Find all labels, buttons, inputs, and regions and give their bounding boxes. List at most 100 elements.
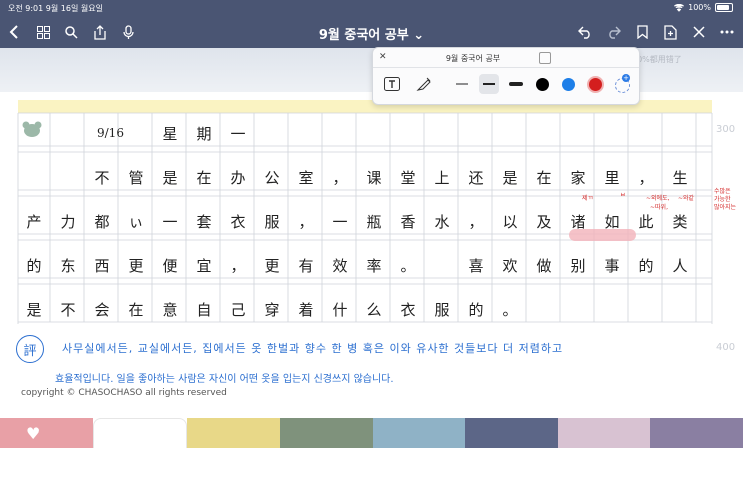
tab-swatch-white[interactable]: [92, 418, 188, 449]
add-page-icon[interactable]: [661, 23, 679, 41]
red-note-7: 가능한: [714, 196, 731, 203]
comment-mark: 評: [16, 335, 44, 363]
grid-char: 公: [264, 168, 280, 187]
black-color-swatch[interactable]: [536, 78, 549, 91]
grid-char: 上: [434, 168, 450, 187]
red-note-4: ~와같: [678, 195, 695, 202]
grid-char: 在: [536, 168, 552, 187]
grid-char: 一: [162, 212, 178, 231]
popup-window-icon[interactable]: [539, 52, 551, 64]
translation-line-2: 효율적입니다. 일을 좋아하는 사람은 자신이 어떤 옷을 입는지 신경쓰지 않…: [55, 374, 394, 385]
mic-icon[interactable]: [119, 23, 137, 41]
status-bar: 오전 9:01 9월 16일 월요일 100%: [0, 0, 743, 16]
grid-char: 什: [332, 300, 348, 319]
grid-char: 衣: [230, 212, 246, 231]
redo-icon[interactable]: [604, 23, 622, 41]
blue-color-swatch[interactable]: [562, 78, 575, 91]
close-icon[interactable]: [690, 23, 708, 41]
grid-char: 在: [128, 300, 144, 319]
heart-icon: ♥: [26, 424, 41, 443]
back-icon[interactable]: [5, 23, 23, 41]
grid-char: 期: [196, 124, 212, 143]
grid-char: 家: [570, 168, 586, 187]
grid-char: 不: [94, 168, 110, 187]
bookmark-icon[interactable]: [633, 23, 651, 41]
grid-char: 人: [672, 256, 688, 275]
more-icon[interactable]: [718, 23, 736, 41]
grid-char: 及: [536, 212, 552, 231]
grid-char: 堂: [400, 168, 416, 187]
red-note-1: 제ㄲ: [582, 195, 594, 202]
battery-text: 100%: [688, 3, 711, 12]
grid-char: ，: [332, 168, 348, 187]
grid-char: 套: [196, 212, 212, 231]
grid-char: 的: [468, 300, 484, 319]
grid-char: 一: [230, 124, 246, 143]
share-icon[interactable]: [91, 23, 109, 41]
thin-stroke-option[interactable]: [452, 74, 472, 94]
grid-char: 。: [400, 256, 416, 275]
tab-swatch-purple[interactable]: [650, 418, 743, 448]
tab-swatch-blue[interactable]: [372, 418, 466, 448]
grid-char: 水: [434, 212, 450, 231]
red-note-3: ~외에도,: [646, 195, 670, 202]
pen-tool-icon[interactable]: [414, 74, 434, 94]
text-tool-icon[interactable]: [382, 74, 402, 94]
grid-char: 效: [332, 256, 348, 275]
grid-char: 己: [230, 300, 246, 319]
search-icon[interactable]: [62, 23, 80, 41]
red-note-6: 수많은: [714, 188, 731, 195]
grid-char: 意: [162, 300, 178, 319]
grid-char: 自: [196, 300, 212, 319]
grid-char: 穿: [264, 300, 280, 319]
grid-char: 东: [60, 256, 76, 275]
grid-char: ぃ: [128, 212, 144, 231]
grid-char: 以: [502, 212, 518, 231]
grid-char: 衣: [400, 300, 416, 319]
grid-char: 服: [434, 300, 450, 319]
grid-char: 类: [672, 212, 688, 231]
grid-char: 便: [162, 256, 178, 275]
undo-icon[interactable]: [576, 23, 594, 41]
grid-char: 都: [94, 212, 110, 231]
grid-char: 办: [230, 168, 246, 187]
mouse-icon: [22, 121, 42, 137]
grid-char: 是: [26, 300, 42, 319]
tab-swatch-pink[interactable]: ♥: [0, 418, 93, 448]
grid-char: 力: [60, 212, 76, 231]
grid-char: 瓶: [366, 212, 382, 231]
ruler-400: 400: [716, 342, 736, 353]
battery-icon: [715, 3, 733, 12]
bottom-area: [0, 448, 743, 488]
grid-char: 做: [536, 256, 552, 275]
grid-char: ，: [298, 212, 314, 231]
document-title[interactable]: 9월 중국어 공부 ⌄: [0, 24, 743, 43]
grid-char: 产: [26, 212, 42, 231]
red-color-swatch[interactable]: [587, 76, 604, 93]
grid-icon[interactable]: [34, 23, 52, 41]
grid-char: 更: [264, 256, 280, 275]
pink-highlight: [569, 229, 636, 241]
grid-char: 是: [502, 168, 518, 187]
tab-swatch-green[interactable]: [279, 418, 373, 448]
grid-char: 还: [468, 168, 484, 187]
translation-line-1: 사무실에서든, 교실에서든, 집에서든 옷 한벌과 향수 한 병 혹은 이와 유…: [62, 342, 564, 355]
note-page[interactable]: 9/16 星期一 不管是在办公室，课堂上还是在家里，生 产力都ぃ一套衣服，一瓶香…: [0, 92, 743, 418]
grid-char: 管: [128, 168, 144, 187]
medium-stroke-option[interactable]: [479, 74, 499, 94]
tab-swatch-navy[interactable]: [465, 418, 558, 448]
plus-icon[interactable]: +: [622, 74, 630, 82]
grid-char: ，: [468, 212, 484, 231]
tab-swatch-yellow[interactable]: [187, 418, 280, 448]
color-tab-bar: ♥: [0, 418, 743, 449]
grid-char: 西: [94, 256, 110, 275]
tab-swatch-lilac[interactable]: [557, 418, 651, 448]
grid-char: 。: [502, 300, 518, 319]
grid-char: 有: [298, 256, 314, 275]
status-time-date: 오전 9:01 9월 16일 월요일: [8, 4, 103, 13]
status-right: 100%: [674, 3, 733, 12]
thick-stroke-option[interactable]: [506, 74, 526, 94]
grid-char: 不: [60, 300, 76, 319]
grid-char: 宜: [196, 256, 212, 275]
grid-char: 别: [570, 256, 586, 275]
